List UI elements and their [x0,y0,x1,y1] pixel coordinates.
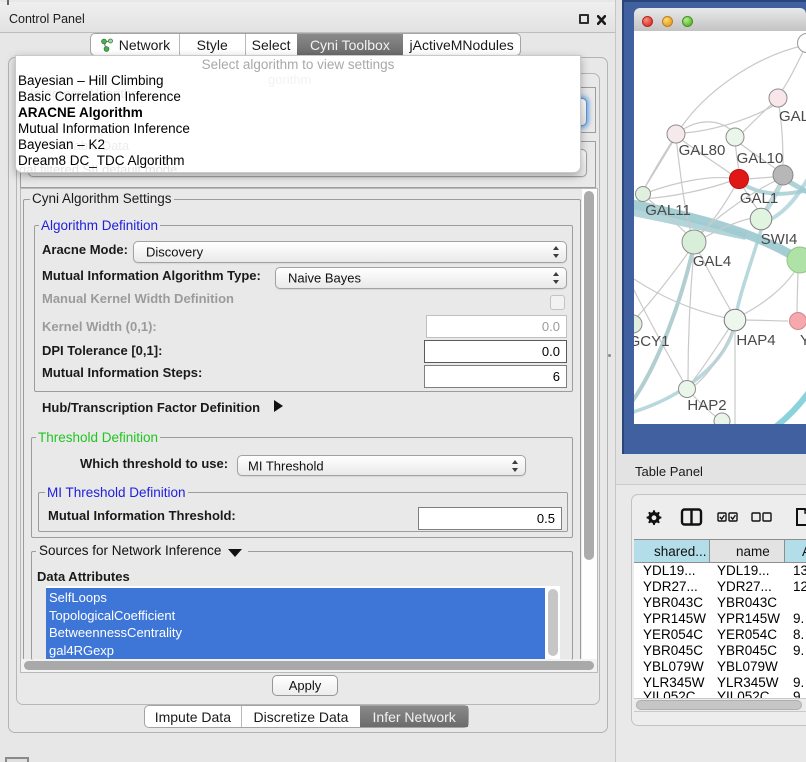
svg-text:GAL10: GAL10 [737,150,784,167]
svg-text:HAP4: HAP4 [736,332,775,349]
svg-text:GCY1: GCY1 [634,333,669,350]
svg-text:YM: YM [800,332,806,349]
svg-text:GAL4: GAL4 [693,253,731,270]
svg-text:GAL11: GAL11 [645,202,691,219]
svg-text:GAL80: GAL80 [679,142,726,159]
svg-text:GAL7: GAL7 [779,108,806,125]
svg-text:GAL1: GAL1 [740,190,778,207]
svg-text:SWI4: SWI4 [761,231,798,248]
svg-text:HAP2: HAP2 [687,397,726,414]
